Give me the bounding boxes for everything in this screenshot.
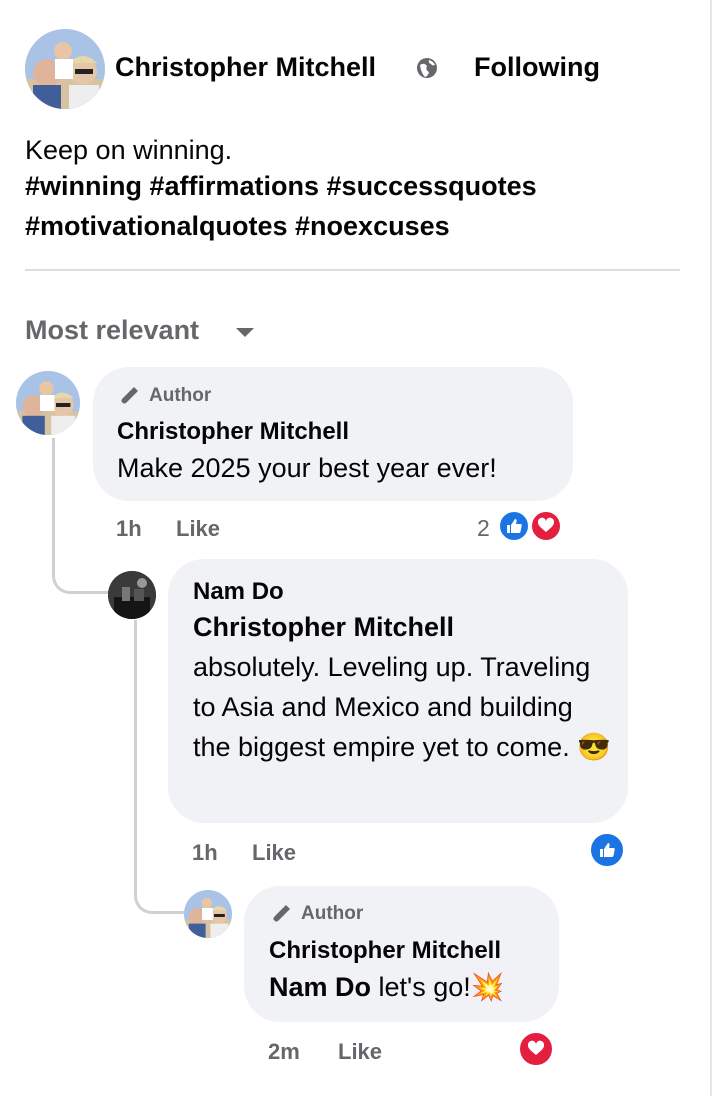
divider <box>25 269 680 271</box>
pen-icon <box>272 905 290 923</box>
like-reaction-icon[interactable] <box>498 510 530 542</box>
like-button[interactable]: Like <box>338 1039 382 1065</box>
post-author-name[interactable]: Christopher Mitchell <box>115 52 376 83</box>
love-reaction-icon[interactable] <box>518 1031 554 1067</box>
sort-dropdown[interactable]: Most relevant <box>25 315 199 346</box>
post-text: Keep on winning. <box>25 135 233 165</box>
globe-icon <box>416 57 438 79</box>
comment-avatar[interactable] <box>184 890 232 938</box>
comment-time[interactable]: 2m <box>268 1039 300 1065</box>
author-badge: Author <box>117 384 211 408</box>
author-badge-label: Author <box>301 903 364 924</box>
love-reaction-icon[interactable] <box>530 510 562 542</box>
comment-text: Christopher Mitchell absolutely. Levelin… <box>193 607 613 767</box>
caret-down-icon[interactable] <box>236 328 254 337</box>
mention-link[interactable]: Christopher Mitchell <box>193 612 454 642</box>
comment-time[interactable]: 1h <box>116 516 142 542</box>
author-badge-label: Author <box>149 385 212 406</box>
comment-text: Nam Do let's go!💥 <box>269 967 504 1007</box>
reaction-count[interactable]: 2 <box>477 515 490 542</box>
like-button[interactable]: Like <box>252 840 296 866</box>
comment-body: let's go!💥 <box>371 972 505 1002</box>
comment-author-name[interactable]: Christopher Mitchell <box>269 937 501 965</box>
comment-author-name[interactable]: Nam Do <box>193 578 284 606</box>
post-hashtags[interactable]: #winning #affirmations #successquotes #m… <box>25 166 685 246</box>
comment-avatar[interactable] <box>16 371 80 435</box>
comment-text: Make 2025 your best year ever! <box>117 453 497 483</box>
post-author-avatar[interactable] <box>25 29 105 109</box>
like-button[interactable]: Like <box>176 516 220 542</box>
comment-body: absolutely. Leveling up. Traveling to As… <box>193 652 611 762</box>
pen-icon <box>120 387 138 405</box>
like-reaction-icon[interactable] <box>589 832 625 868</box>
mention-link[interactable]: Nam Do <box>269 972 371 1002</box>
comment-avatar[interactable] <box>108 571 156 619</box>
author-badge: Author <box>269 902 363 926</box>
comment-bubble: Nam Do Christopher Mitchell absolutely. … <box>168 559 628 823</box>
comment-bubble: Author Christopher Mitchell Make 2025 yo… <box>93 367 573 501</box>
following-button[interactable]: Following <box>474 52 600 83</box>
comment-bubble: Author Christopher Mitchell Nam Do let's… <box>244 886 559 1022</box>
comment-author-name[interactable]: Christopher Mitchell <box>117 418 349 446</box>
comment-time[interactable]: 1h <box>192 840 218 866</box>
panel-edge <box>710 0 712 1096</box>
